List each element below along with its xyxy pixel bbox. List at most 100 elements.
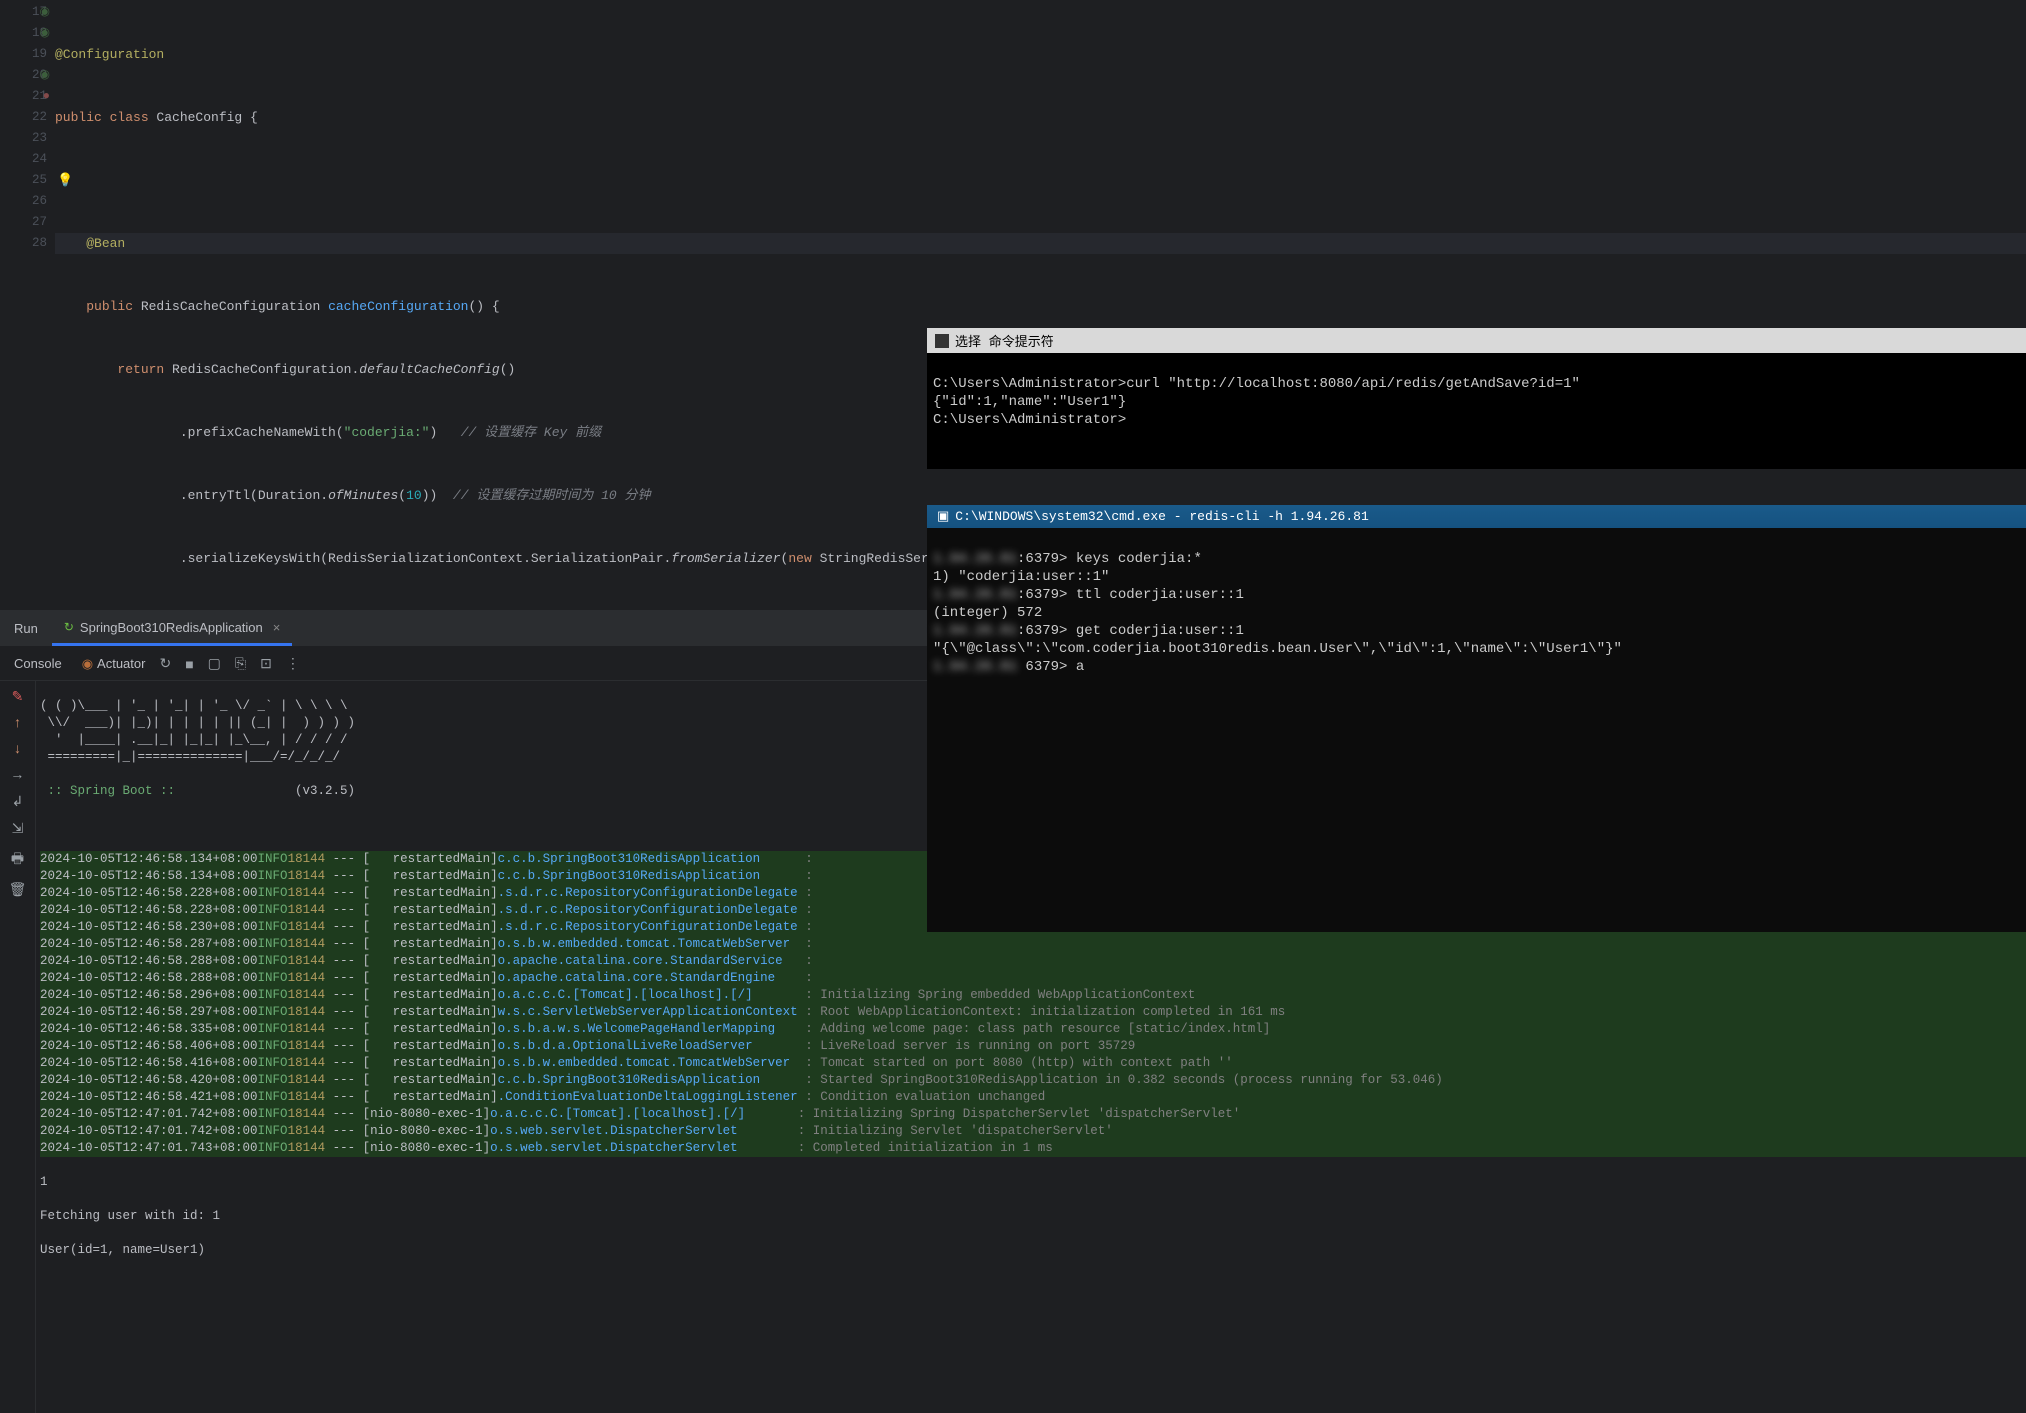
- redis-line: 6379> a: [1025, 659, 1084, 675]
- cmd-output[interactable]: C:\Users\Administrator>curl "http://loca…: [927, 353, 2026, 469]
- redis-line: 1) "coderjia:user::1": [933, 569, 1109, 585]
- keyword: return: [117, 362, 172, 377]
- stdout-line: Fetching user with id: 1: [40, 1208, 2026, 1225]
- line-number: 25: [0, 170, 47, 191]
- more-icon[interactable]: ⋮: [286, 655, 300, 672]
- paren: )): [422, 488, 453, 503]
- line-number-gutter: ◉ ◉ ◉ ● 17 18 19 20 21 22 23 24 25 26 27…: [0, 0, 55, 600]
- line-number: 24: [0, 149, 47, 170]
- comment: // 设置缓存 Key 前缀: [461, 425, 601, 440]
- gutter-spring-icon[interactable]: ◉: [30, 2, 50, 23]
- static-method: defaultCacheConfig: [359, 362, 499, 377]
- pencil-icon[interactable]: ✎: [12, 689, 24, 706]
- annotation: @Configuration: [55, 47, 164, 62]
- class-name: CacheConfig: [156, 110, 242, 125]
- keyword: public: [55, 110, 102, 125]
- close-icon[interactable]: ×: [273, 620, 281, 635]
- log-line: 2024-10-05T12:46:58.288+08:00 INFO 18144…: [40, 953, 2026, 970]
- redis-line: :6379> ttl coderjia:user::1: [1017, 587, 1244, 603]
- ip-blurred: 1.94.26.81: [933, 658, 1017, 676]
- line-number: 28: [0, 233, 47, 254]
- log-line: 2024-10-05T12:46:58.420+08:00 INFO 18144…: [40, 1072, 2026, 1089]
- gutter-spring-icon[interactable]: ◉: [30, 23, 50, 44]
- down-icon[interactable]: ↓: [13, 742, 21, 758]
- log-line: 2024-10-05T12:46:58.335+08:00 INFO 18144…: [40, 1021, 2026, 1038]
- cmd-line: C:\Users\Administrator>curl "http://loca…: [933, 376, 1580, 392]
- static-method: fromSerializer: [671, 551, 780, 566]
- up-icon[interactable]: ↑: [13, 716, 21, 732]
- line-number: 26: [0, 191, 47, 212]
- trash-icon[interactable]: 🗑: [9, 882, 27, 899]
- comment: // 设置缓存过期时间为 10 分钟: [453, 488, 651, 503]
- camera-icon[interactable]: ▢: [208, 655, 221, 672]
- ip-blurred: 1.94.26.81: [933, 622, 1017, 640]
- call: .prefixCacheNameWith(: [180, 425, 344, 440]
- line-number: 23: [0, 128, 47, 149]
- terminal-icon: ▣: [937, 509, 949, 524]
- brace: {: [242, 110, 258, 125]
- console-tab[interactable]: Console: [8, 656, 68, 671]
- log-line: 2024-10-05T12:46:58.296+08:00 INFO 18144…: [40, 987, 2026, 1004]
- step-icon[interactable]: →: [13, 768, 21, 784]
- cmd-icon: [935, 334, 949, 348]
- static-method: ofMinutes: [328, 488, 398, 503]
- print-icon[interactable]: 🖶: [11, 848, 24, 872]
- cmd-titlebar[interactable]: 选择 命令提示符: [927, 328, 2026, 353]
- cmd-prompt-window[interactable]: 选择 命令提示符 C:\Users\Administrator>curl "ht…: [927, 328, 2026, 469]
- redis-titlebar[interactable]: ▣ C:\WINDOWS\system32\cmd.exe - redis-cl…: [927, 505, 2026, 528]
- ip-blurred: 1.94.26.81: [933, 550, 1017, 568]
- method-name: cacheConfiguration: [328, 299, 468, 314]
- boot-label: :: Spring Boot ::: [40, 784, 175, 798]
- type: RedisCacheConfiguration: [141, 299, 328, 314]
- run-config-tab[interactable]: ↻ SpringBoot310RedisApplication ×: [52, 612, 293, 646]
- log-line: 2024-10-05T12:46:58.297+08:00 INFO 18144…: [40, 1004, 2026, 1021]
- redis-line: :6379> keys coderjia:*: [1017, 551, 1202, 567]
- redis-line: (integer) 572: [933, 605, 1042, 621]
- redis-cli-window[interactable]: ▣ C:\WINDOWS\system32\cmd.exe - redis-cl…: [927, 505, 2026, 932]
- parens: (): [500, 362, 516, 377]
- cmd-title-text: 选择 命令提示符: [955, 331, 1054, 350]
- tab-label: SpringBoot310RedisApplication: [80, 620, 263, 635]
- scroll-end-icon[interactable]: ⇲: [12, 821, 24, 838]
- redis-output[interactable]: 1.94.26.81:6379> keys coderjia:* 1) "cod…: [927, 528, 2026, 932]
- redis-line: "{\"@class\":\"com.coderjia.boot310redis…: [933, 641, 1622, 657]
- annotation: @Bean: [86, 236, 125, 251]
- run-label: Run: [0, 621, 52, 636]
- call: RedisCacheConfiguration.: [172, 362, 359, 377]
- cmd-line: {"id":1,"name":"User1"}: [933, 394, 1126, 410]
- call: .serializeKeysWith(RedisSerializationCon…: [180, 551, 671, 566]
- log-line: 2024-10-05T12:46:58.416+08:00 INFO 18144…: [40, 1055, 2026, 1072]
- actuator-tab[interactable]: ◉Actuator: [82, 656, 146, 672]
- keyword: new: [788, 551, 819, 566]
- log-line: 2024-10-05T12:47:01.742+08:00 INFO 18144…: [40, 1106, 2026, 1123]
- layout-icon[interactable]: ⊡: [260, 655, 272, 672]
- gutter-bean-icon[interactable]: ◉: [30, 65, 50, 86]
- log-line: 2024-10-05T12:47:01.743+08:00 INFO 18144…: [40, 1140, 2026, 1157]
- paren: ): [429, 425, 460, 440]
- log-line: 2024-10-05T12:46:58.421+08:00 INFO 18144…: [40, 1089, 2026, 1106]
- paren: (: [398, 488, 406, 503]
- parens: () {: [469, 299, 500, 314]
- rerun-icon[interactable]: ↻: [159, 655, 171, 672]
- cmd-line: C:\Users\Administrator>: [933, 412, 1126, 428]
- spring-run-icon: ↻: [64, 620, 74, 634]
- lightbulb-icon[interactable]: 💡: [57, 170, 73, 191]
- wrap-icon[interactable]: ↲: [12, 794, 24, 811]
- keyword: public: [86, 299, 141, 314]
- boot-version: (v3.2.5): [175, 784, 355, 798]
- log-line: 2024-10-05T12:46:58.287+08:00 INFO 18144…: [40, 936, 2026, 953]
- stdout-line: User(id=1, name=User1): [40, 1242, 2026, 1259]
- exit-icon[interactable]: ⎘: [235, 655, 246, 672]
- line-number: 22: [0, 107, 47, 128]
- line-number: 27: [0, 212, 47, 233]
- string-literal: "coderjia:": [344, 425, 430, 440]
- number-literal: 10: [406, 488, 422, 503]
- log-line: 2024-10-05T12:46:58.406+08:00 INFO 18144…: [40, 1038, 2026, 1055]
- gutter-breakpoint-icon[interactable]: ●: [30, 86, 50, 107]
- log-line: 2024-10-05T12:46:58.288+08:00 INFO 18144…: [40, 970, 2026, 987]
- redis-line: :6379> get coderjia:user::1: [1017, 623, 1244, 639]
- redis-title-text: C:\WINDOWS\system32\cmd.exe - redis-cli …: [955, 509, 1368, 524]
- keyword: class: [102, 110, 157, 125]
- ip-blurred: 1.94.26.81: [933, 586, 1017, 604]
- stop-icon[interactable]: ■: [185, 656, 193, 672]
